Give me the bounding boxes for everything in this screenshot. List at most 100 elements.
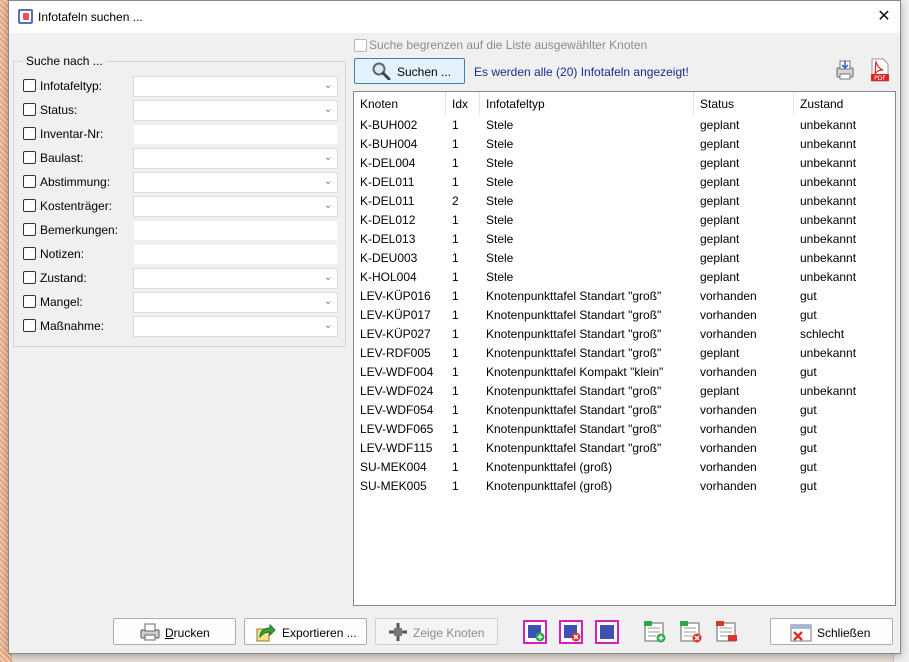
table-row[interactable]: K-DEL012 1 Stele geplant unbekannt [354,211,895,230]
filter-checkbox-status[interactable] [23,103,36,116]
table-row[interactable]: LEV-WDF065 1 Knotenpunkttafel Standart "gr… [354,420,895,439]
table-cell: unbekannt [800,270,857,284]
filter-label-maßnahme: Maßnahme: [40,319,105,333]
restrict-checkbox-box[interactable] [354,39,367,52]
filter-label-status: Status: [40,103,78,117]
results-table[interactable]: Knoten Idx Infotafeltyp Status Zustand K-BUH… [353,91,896,606]
close-button[interactable]: Schließen [770,618,893,645]
table-cell: unbekannt [800,137,857,151]
table-cell: K-DEL012 [360,213,416,227]
filter-checkbox-bemerkungen[interactable] [23,223,36,236]
pdf-icon[interactable]: PDF [870,58,890,82]
table-cell: K-DEL011 [360,175,415,189]
table-row[interactable]: K-HOL004 1 Stele geplant unbekannt [354,268,895,287]
table-row[interactable]: K-DEL011 1 Stele geplant unbekannt [354,173,895,192]
filter-label-zustand: Zustand: [40,271,87,285]
chevron-down-icon: ⌄ [324,104,333,115]
search-button[interactable]: Suchen ... [354,58,465,84]
table-row[interactable]: K-DEL011 2 Stele geplant unbekannt [354,192,895,211]
column-header[interactable]: Status [694,92,794,115]
close-icon[interactable]: ✕ [868,1,900,33]
table-row[interactable]: K-DEL013 1 Stele geplant unbekannt [354,230,895,249]
column-header[interactable]: Idx [446,92,480,115]
printer-icon[interactable] [834,58,856,82]
selection-icon[interactable] [595,620,619,644]
filter-checkbox-mangel[interactable] [23,295,36,308]
filter-checkbox-abstimmung[interactable] [23,175,36,188]
chevron-down-icon: ⌄ [324,320,333,331]
table-row[interactable]: SU-MEK005 1 Knotenpunkttafel (groß) vorhand… [354,477,895,496]
remove-selection-icon[interactable] [559,620,583,644]
table-cell: Knotenpunkttafel Standart "groß" [486,327,662,341]
filter-row-kostenträger: Kostenträger: ⌄ [23,196,339,217]
filter-label-abstimmung: Abstimmung: [40,175,111,189]
table-cell: unbekannt [800,384,857,398]
table-cell: LEV-WDF024 [360,384,434,398]
list-clear-icon[interactable] [715,620,739,644]
table-cell: geplant [700,175,740,189]
table-row[interactable]: K-DEU003 1 Stele geplant unbekannt [354,249,895,268]
table-cell: 1 [452,384,459,398]
table-cell: LEV-WDF115 [360,441,433,455]
table-row[interactable]: LEV-RDF005 1 Knotenpunkttafel Standart "gr… [354,344,895,363]
table-row[interactable]: K-BUH004 1 Stele geplant unbekannt [354,135,895,154]
export-icon [256,623,276,642]
filter-checkbox-zustand[interactable] [23,271,36,284]
filter-combo-maßnahme[interactable]: ⌄ [133,316,338,337]
filter-label-kostenträger: Kostenträger: [40,199,113,213]
table-row[interactable]: LEV-WDF024 1 Knotenpunkttafel Standart "gr… [354,382,895,401]
table-cell: unbekannt [800,346,857,360]
show-nodes-button[interactable]: Zeige Knoten [375,618,498,645]
filter-combo-zustand[interactable]: ⌄ [133,268,338,289]
filter-input-inventar-nr[interactable] [133,124,338,145]
filter-combo-abstimmung[interactable]: ⌄ [133,172,338,193]
filter-row-inventar-nr: Inventar-Nr: [23,124,339,145]
list-add-icon[interactable] [643,620,667,644]
table-row[interactable]: LEV-KÜP016 1 Knotenpunkttafel Standart "gr… [354,287,895,306]
table-row[interactable]: SU-MEK004 1 Knotenpunkttafel (groß) vorhand… [354,458,895,477]
table-cell: 1 [452,232,459,246]
filter-combo-status[interactable]: ⌄ [133,100,338,121]
column-header[interactable]: Zustand [794,92,895,115]
filter-label-mangel: Mangel: [40,295,83,309]
filter-checkbox-notizen[interactable] [23,247,36,260]
filter-combo-baulast[interactable]: ⌄ [133,148,338,169]
column-header[interactable]: Infotafeltyp [480,92,694,115]
table-row[interactable]: K-BUH002 1 Stele geplant unbekannt [354,116,895,135]
filter-row-notizen: Notizen: [23,244,339,265]
filter-checkbox-infotafeltyp[interactable] [23,79,36,92]
filter-label-inventar-nr: Inventar-Nr: [40,127,104,141]
chevron-down-icon: ⌄ [324,296,333,307]
filter-combo-mangel[interactable]: ⌄ [133,292,338,313]
filter-row-baulast: Baulast: ⌄ [23,148,339,169]
filter-combo-infotafeltyp[interactable]: ⌄ [133,76,338,97]
print-button[interactable]: Drucken [113,618,236,645]
table-row[interactable]: K-DEL004 1 Stele geplant unbekannt [354,154,895,173]
table-row[interactable]: LEV-KÜP017 1 Knotenpunkttafel Standart "gr… [354,306,895,325]
table-row[interactable]: LEV-WDF004 1 Knotenpunkttafel Kompakt "kle… [354,363,895,382]
table-cell: Knotenpunkttafel (groß) [486,479,613,493]
column-header[interactable]: Knoten [354,92,446,115]
filter-input-notizen[interactable] [133,244,338,265]
filter-checkbox-inventar-nr[interactable] [23,127,36,140]
table-cell: Stele [486,270,514,284]
title-bar: Infotafeln suchen ... ✕ [9,1,900,33]
table-cell: vorhanden [700,460,757,474]
add-selection-icon[interactable] [523,620,547,644]
show-nodes-button-label: Zeige Knoten [413,626,485,640]
chevron-down-icon: ⌄ [324,272,333,283]
list-remove-icon[interactable] [679,620,703,644]
filter-checkbox-baulast[interactable] [23,151,36,164]
table-cell: Stele [486,232,514,246]
table-cell: 1 [452,213,459,227]
filter-combo-kostenträger[interactable]: ⌄ [133,196,338,217]
table-row[interactable]: LEV-KÜP027 1 Knotenpunkttafel Standart "gr… [354,325,895,344]
filter-checkbox-kostenträger[interactable] [23,199,36,212]
table-row[interactable]: LEV-WDF115 1 Knotenpunkttafel Standart "gr… [354,439,895,458]
table-cell: vorhanden [700,308,757,322]
filter-input-bemerkungen[interactable] [133,220,338,241]
export-button[interactable]: Exportieren ... [244,618,367,645]
table-row[interactable]: LEV-WDF054 1 Knotenpunkttafel Standart "gr… [354,401,895,420]
filter-checkbox-maßnahme[interactable] [23,319,36,332]
table-cell: 1 [452,365,459,379]
